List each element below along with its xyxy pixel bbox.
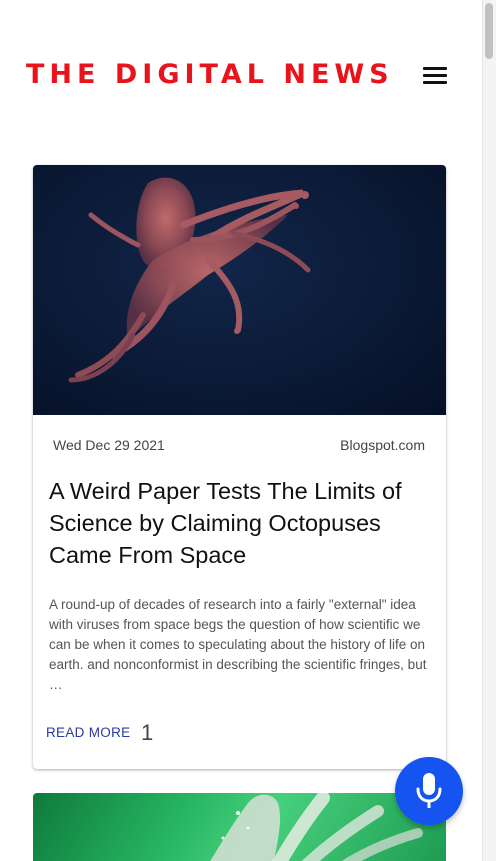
menu-bar xyxy=(423,81,447,84)
menu-bar xyxy=(423,67,447,70)
article-date: Wed Dec 29 2021 xyxy=(53,437,165,453)
article-source: Blogspot.com xyxy=(340,437,425,453)
article-count: 1 xyxy=(141,720,154,745)
site-brand-logo[interactable]: THE DIGITAL NEWS xyxy=(26,58,394,92)
article-title[interactable]: A Weird Paper Tests The Limits of Scienc… xyxy=(49,475,429,571)
scrollbar[interactable] xyxy=(482,0,496,861)
read-more-link[interactable]: READ MORE xyxy=(46,725,130,740)
voice-search-button[interactable] xyxy=(395,757,463,825)
article-card: Wed Dec 29 2021 Blogspot.com A Weird Pap… xyxy=(33,165,446,769)
hamburger-menu-icon[interactable] xyxy=(418,62,452,90)
scrollbar-thumb[interactable] xyxy=(485,3,493,59)
octopus-illustration xyxy=(68,177,311,383)
article-meta: Wed Dec 29 2021 Blogspot.com xyxy=(33,437,446,457)
article-image-octopus[interactable] xyxy=(33,165,446,415)
article-excerpt: A round-up of decades of research into a… xyxy=(49,597,427,692)
menu-bar xyxy=(423,74,447,77)
article-image-green-hand[interactable] xyxy=(33,793,446,861)
microphone-icon xyxy=(416,773,442,808)
green-hand-illustration xyxy=(210,793,423,861)
site-header: THE DIGITAL NEWS xyxy=(0,0,482,150)
